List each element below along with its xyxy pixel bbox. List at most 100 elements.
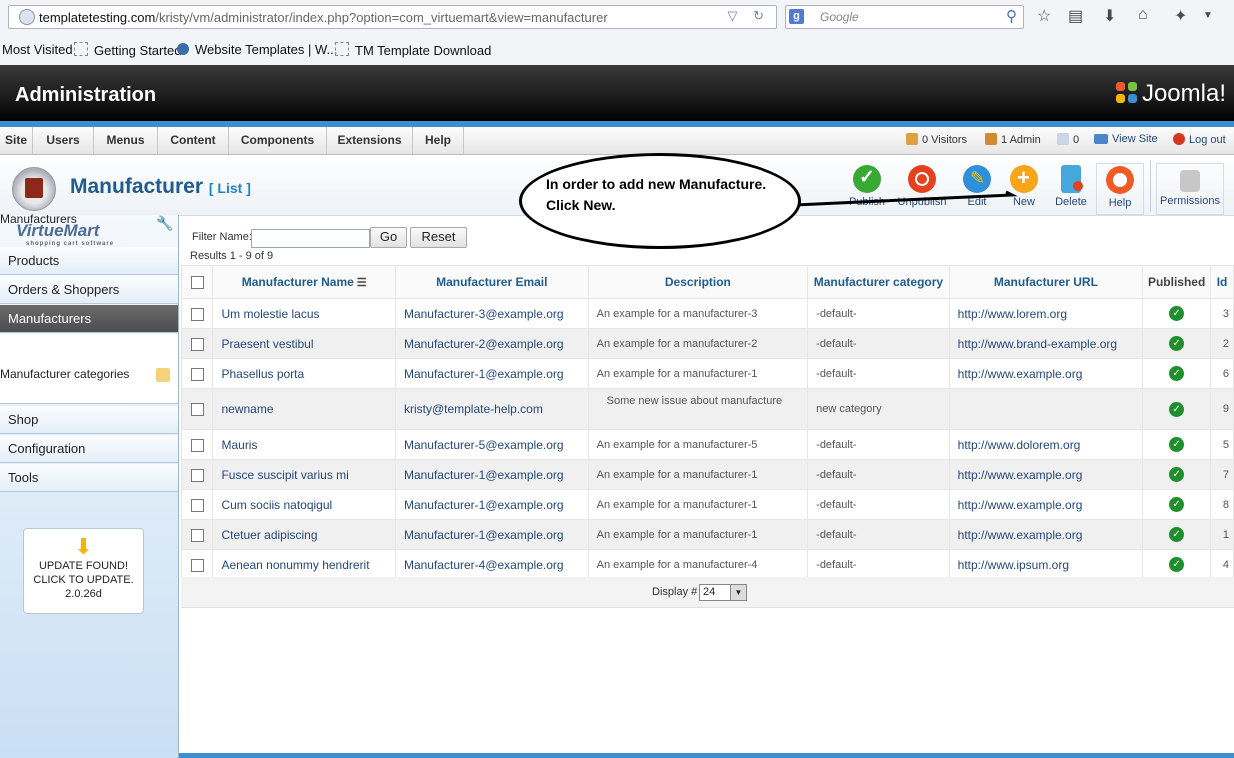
search-box[interactable]: g Google ⚲ <box>785 5 1024 29</box>
row-checkbox[interactable] <box>190 307 204 321</box>
published-check-icon[interactable]: ✓ <box>1169 557 1185 573</box>
logout-link[interactable]: Log out <box>1173 133 1226 146</box>
messages-status[interactable]: 0 <box>1057 133 1079 146</box>
header-description[interactable]: Description <box>587 265 809 299</box>
row-checkbox[interactable] <box>190 438 204 452</box>
submenu-manufacturers[interactable]: Manufacturers 🔧 <box>0 206 178 233</box>
addon-icon[interactable]: ✦ <box>1174 6 1187 26</box>
manufacturer-url-link[interactable]: http://www.example.org <box>948 489 1144 520</box>
new-button[interactable]: + New <box>999 163 1049 213</box>
display-count-select[interactable]: 24 ▼ <box>699 584 747 601</box>
manufacturer-email-link[interactable]: kristy@template-help.com <box>394 388 589 430</box>
published-check-icon[interactable]: ✓ <box>1169 527 1185 543</box>
menu-components[interactable]: Components <box>229 127 327 154</box>
bookmarks-menu-icon[interactable]: ▤ <box>1068 6 1083 26</box>
manufacturer-email-link[interactable]: Manufacturer-2@example.org <box>394 328 589 359</box>
google-search-engine-icon[interactable]: g <box>789 9 804 24</box>
published-check-icon[interactable]: ✓ <box>1169 467 1185 483</box>
manufacturer-name-link[interactable]: Ctetuer adipiscing <box>212 519 396 550</box>
published-check-icon[interactable]: ✓ <box>1169 306 1185 322</box>
select-all-header[interactable] <box>180 265 214 299</box>
update-notice[interactable]: ⬇ UPDATE FOUND! CLICK TO UPDATE. 2.0.26d <box>23 528 144 614</box>
row-checkbox[interactable] <box>190 558 204 572</box>
row-checkbox[interactable] <box>190 528 204 542</box>
bookmark-getting-started[interactable]: Getting Started <box>74 42 181 58</box>
reset-button[interactable]: Reset <box>410 227 467 248</box>
sidebar-item-manufacturers[interactable]: Manufacturers <box>0 305 178 333</box>
bookmark-star-icon[interactable]: ☆ <box>1037 6 1051 26</box>
manufacturer-email-link[interactable]: Manufacturer-1@example.org <box>394 358 589 389</box>
manufacturer-url-link[interactable]: http://www.example.org <box>948 519 1144 550</box>
publish-button[interactable]: ✓ Publish <box>842 163 892 213</box>
sidebar-item-configuration[interactable]: Configuration <box>0 435 178 463</box>
manufacturer-url-link[interactable]: http://www.brand-example.org <box>948 328 1144 359</box>
reload-icon[interactable]: ▽ ↻ <box>727 8 770 24</box>
manufacturer-email-link[interactable]: Manufacturer-1@example.org <box>394 459 589 490</box>
menu-help[interactable]: Help <box>413 127 464 154</box>
menu-menus[interactable]: Menus <box>94 127 158 154</box>
sidebar-item-shop[interactable]: Shop <box>0 406 178 434</box>
menu-users[interactable]: Users <box>33 127 94 154</box>
delete-button[interactable]: Delete <box>1046 163 1096 213</box>
home-icon[interactable]: ⌂ <box>1138 6 1148 24</box>
menu-chevron-icon[interactable]: ▼ <box>1203 10 1213 21</box>
header-id[interactable]: Id <box>1210 265 1234 299</box>
manufacturer-url-link[interactable] <box>948 388 1144 430</box>
menu-content[interactable]: Content <box>158 127 229 154</box>
manufacturer-email-link[interactable]: Manufacturer-4@example.org <box>394 549 589 580</box>
manufacturer-name-link[interactable]: Phasellus porta <box>212 358 396 389</box>
manufacturer-url-link[interactable]: http://www.example.org <box>948 358 1144 389</box>
published-check-icon[interactable]: ✓ <box>1169 401 1185 417</box>
manufacturer-email-link[interactable]: Manufacturer-1@example.org <box>394 489 589 520</box>
manufacturer-name-link[interactable]: Mauris <box>212 429 396 460</box>
header-manufacturer-email[interactable]: Manufacturer Email <box>394 265 589 299</box>
manufacturer-url-link[interactable]: http://www.ipsum.org <box>948 549 1144 580</box>
edit-button[interactable]: ✎ Edit <box>952 163 1002 213</box>
sidebar-item-products[interactable]: Products <box>0 247 178 275</box>
manufacturer-name-link[interactable]: newname <box>212 388 396 430</box>
bookmark-tm-template[interactable]: TM Template Download <box>335 42 491 58</box>
manufacturer-name-link[interactable]: Fusce suscipit varius mi <box>212 459 396 490</box>
permissions-button[interactable]: Permissions <box>1156 163 1224 215</box>
go-button[interactable]: Go <box>370 227 407 248</box>
menu-extensions[interactable]: Extensions <box>327 127 413 154</box>
menu-site[interactable]: Site <box>0 127 33 154</box>
address-bar[interactable]: templatetesting.com/kristy/vm/administra… <box>8 5 777 29</box>
manufacturer-url-link[interactable]: http://www.example.org <box>948 459 1144 490</box>
manufacturer-name-link[interactable]: Um molestie lacus <box>212 298 396 329</box>
manufacturer-name-link[interactable]: Cum sociis natoqigul <box>212 489 396 520</box>
row-checkbox[interactable] <box>190 367 204 381</box>
header-manufacturer-url[interactable]: Manufacturer URL <box>948 265 1144 299</box>
chevron-down-icon[interactable]: ▼ <box>730 585 746 600</box>
published-check-icon[interactable]: ✓ <box>1169 336 1185 352</box>
manufacturer-email-link[interactable]: Manufacturer-5@example.org <box>394 429 589 460</box>
row-checkbox[interactable] <box>190 403 204 417</box>
published-check-icon[interactable]: ✓ <box>1169 366 1185 382</box>
help-button[interactable]: Help <box>1096 163 1144 215</box>
bookmark-most-visited[interactable]: Most Visited <box>2 42 73 57</box>
unpublish-button[interactable]: Unpublish <box>897 163 947 213</box>
header-published[interactable]: Published <box>1142 265 1212 299</box>
manufacturer-name-link[interactable]: Praesent vestibul <box>212 328 396 359</box>
manufacturer-name-link[interactable]: Aenean nonummy hendrerit <box>212 549 396 580</box>
sidebar-item-tools[interactable]: Tools <box>0 464 178 492</box>
manufacturer-url-link[interactable]: http://www.lorem.org <box>948 298 1144 329</box>
row-checkbox[interactable] <box>190 337 204 351</box>
published-check-icon[interactable]: ✓ <box>1169 497 1185 513</box>
view-site-link[interactable]: View Site <box>1094 133 1158 145</box>
header-manufacturer-name[interactable]: Manufacturer Name ☰ <box>212 265 396 299</box>
row-checkbox[interactable] <box>190 468 204 482</box>
manufacturer-email-link[interactable]: Manufacturer-1@example.org <box>394 519 589 550</box>
manufacturer-email-link[interactable]: Manufacturer-3@example.org <box>394 298 589 329</box>
site-identity-icon[interactable] <box>19 9 35 25</box>
filter-name-input[interactable] <box>251 229 370 248</box>
published-check-icon[interactable]: ✓ <box>1169 437 1185 453</box>
sort-icon[interactable]: ☰ <box>357 276 367 289</box>
search-icon[interactable]: ⚲ <box>1006 7 1017 25</box>
header-manufacturer-category[interactable]: Manufacturer category <box>807 265 950 299</box>
row-checkbox[interactable] <box>190 498 204 512</box>
bookmark-website-templates[interactable]: Website Templates | W... <box>177 42 337 57</box>
manufacturer-url-link[interactable]: http://www.dolorem.org <box>948 429 1144 460</box>
submenu-manufacturer-categories[interactable]: Manufacturer categories <box>0 361 178 388</box>
sidebar-item-orders-shoppers[interactable]: Orders & Shoppers <box>0 276 178 304</box>
